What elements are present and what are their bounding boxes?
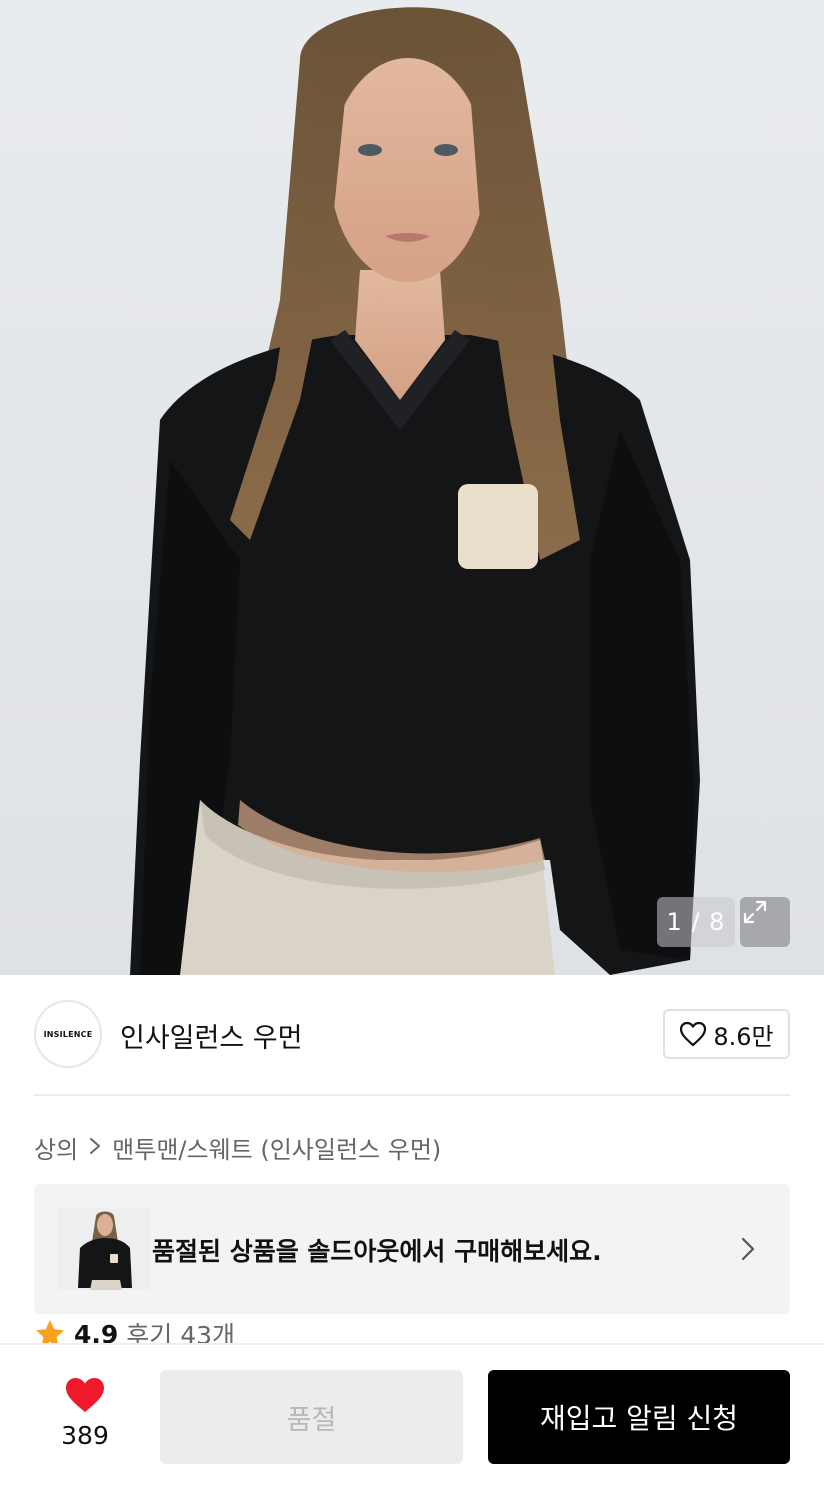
breadcrumb-category[interactable]: 상의 (34, 1130, 78, 1165)
banner-text: 품절된 상품을 솔드아웃에서 구매해보세요. (152, 1237, 602, 1266)
chevron-right-icon (88, 1134, 102, 1162)
wishlist-count: 389 (61, 1421, 109, 1450)
heart-filled-icon (66, 1378, 104, 1412)
brand-logo[interactable]: INSILENCE (34, 1000, 102, 1068)
bottom-action-bar: 389 품절 재입고 알림 신청 (0, 1343, 824, 1500)
brand-like-button[interactable]: 8.6만 (663, 1009, 790, 1059)
restock-alert-button[interactable]: 재입고 알림 신청 (488, 1370, 790, 1464)
brand-like-count: 8.6만 (713, 1022, 774, 1051)
product-photo (130, 7, 700, 975)
brand-name[interactable]: 인사일런스 우먼 (120, 1016, 302, 1055)
breadcrumb-subcategory[interactable]: 맨투맨/스웨트 (인사일런스 우먼) (112, 1130, 441, 1165)
expand-button[interactable] (740, 897, 790, 947)
chevron-right-icon (740, 1236, 756, 1266)
image-counter: 1 / 8 (657, 897, 735, 947)
divider (34, 1094, 790, 1096)
wishlist-button[interactable]: 389 (48, 1375, 122, 1450)
brand-logo-text: INSILENCE (43, 1029, 93, 1039)
product-image-gallery[interactable]: 1 / 8 (0, 0, 824, 975)
soldout-banner[interactable]: 품절된 상품을 솔드아웃에서 구매해보세요. (34, 1184, 790, 1314)
banner-thumbnail (58, 1208, 150, 1290)
breadcrumb: 상의 맨투맨/스웨트 (인사일런스 우먼) (34, 1130, 441, 1165)
brand-row: INSILENCE 인사일런스 우먼 8.6만 (34, 1000, 790, 1068)
heart-outline-icon (680, 1021, 707, 1047)
expand-arrows-icon (743, 900, 767, 924)
soldout-button: 품절 (160, 1370, 463, 1464)
